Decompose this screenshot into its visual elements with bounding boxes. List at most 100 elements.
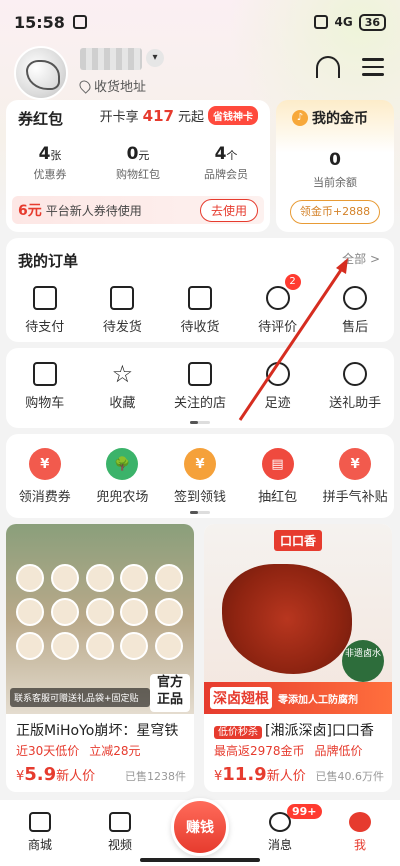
video-icon [109,812,131,832]
product-tag: 最高返2978金币 [214,744,305,758]
order-pending-review[interactable]: 2 待评价 [243,274,313,335]
address-label: 收货地址 [94,80,147,95]
bottom-tab-bar: 商城 视频 赚钱 99+ 消息 我 [0,798,400,866]
tab-label: 我 [353,838,366,852]
shortcut-gift-assistant[interactable]: 送礼助手 [320,362,390,411]
official-badge: 官方 正品 [150,674,190,712]
coin-value: 0 [329,150,341,170]
tab-label: 消息 [267,838,292,852]
earn-button[interactable]: 赚钱 [171,798,229,856]
activity-red-packet[interactable]: ▤ 抽红包 [243,448,313,505]
coupon-title: 券红包 [18,110,64,128]
network-label: 4G [334,15,353,29]
shortcut-cart[interactable]: 购物车 [10,362,80,411]
product-image[interactable]: 口口香 非遗卤水 深卤翅根 零添加人工防腐剂 [204,524,392,714]
newbie-coupon-bar: 6元 平台新人券待使用 去使用 [12,196,264,224]
product-tag: 品牌低价 [314,744,363,758]
figure-grid [16,564,184,660]
brand-logo: 口口香 [274,530,323,551]
stat-redpacket[interactable]: 0元 购物红包 [98,144,178,182]
coupon-promo[interactable]: 开卡享 417 元起 省钱神卡 [100,106,258,125]
shortcut-label: 关注的店 [173,396,226,411]
product-card-wings[interactable]: 口口香 非遗卤水 深卤翅根 零添加人工防腐剂 低价秒杀 [湘派深卤]口口香 最高返… [204,524,392,792]
promo-tag[interactable]: 省钱神卡 [208,106,258,125]
promo-amount: 417 [142,106,174,125]
truck-icon [187,286,212,310]
order-pending-shipment[interactable]: 待发货 [87,286,157,335]
product-sold: 已售1238件 [125,770,186,783]
shortcut-label: 购物车 [25,396,65,411]
chat-bubble-icon [265,286,290,310]
flash-sale-flag: 低价秒杀 [214,726,262,739]
order-status-row: 待支付 待发货 待收货 2 待评价 售后 [6,274,394,335]
tab-me[interactable]: 我 [325,812,395,853]
orders-all-link[interactable]: 全部 > [342,250,380,267]
address-link[interactable]: 收货地址 [77,76,147,95]
order-label: 售后 [342,320,369,335]
product-price: ¥11.9新人价 [214,764,306,785]
coupon-card[interactable]: 券红包 开卡享 417 元起 省钱神卡 4张 优惠券 0元 购物红包 4个 品牌会员… [6,100,270,232]
product-banner: 深卤翅根 零添加人工防腐剂 [204,682,392,714]
customer-service-icon[interactable] [316,56,340,78]
stat-unit: 张 [50,149,62,162]
shortcut-footprints[interactable]: 足迹 [243,362,313,411]
battery-indicator: 36 [358,13,386,31]
wings-illustration [222,564,352,674]
avatar[interactable] [14,46,68,100]
checkin-icon: ¥ [183,448,216,480]
coin-icon: ♪ [292,110,308,126]
red-packet-icon: ▤ [261,448,294,480]
product-card-figures[interactable]: 联系客服可赠送礼品袋+固定贴 官方 正品 正版MiHoYo崩坏：星穹铁 近30天… [6,524,194,792]
order-label: 待支付 [25,320,65,335]
notification-icon [72,15,87,29]
product-tag: 近30天低价 [16,744,80,758]
status-time: 15:58 [14,12,65,32]
activities-card: ¥ 领消费券 🌳 兜兜农场 ¥ 签到领钱 ▤ 抽红包 ¥ 拼手气补贴 [6,434,394,518]
order-pending-payment[interactable]: 待支付 [10,286,80,335]
tab-messages[interactable]: 99+ 消息 [245,804,322,853]
refund-icon [343,286,368,310]
product-price: ¥5.9新人价 [16,764,95,785]
product-sold: 已售40.6万件 [315,770,385,783]
product-tags: 最高返2978金币 品牌低价 [214,742,363,759]
activity-checkin[interactable]: ¥ 签到领钱 [165,448,235,505]
activity-label: 签到领钱 [173,490,226,505]
tab-home[interactable]: 商城 [5,812,75,853]
shortcuts-row: 购物车 ☆ 收藏 关注的店 足迹 送礼助手 [6,362,394,411]
promo-prefix: 开卡享 [99,110,139,125]
chevron-down-icon[interactable]: ▾ [146,49,164,67]
newbie-text: 平台新人券待使用 [45,203,142,218]
product-title: 低价秒杀 [湘派深卤]口口香 [214,720,386,740]
order-after-sales[interactable]: 售后 [320,286,390,335]
shortcut-favorites[interactable]: ☆ 收藏 [87,362,157,411]
product-image[interactable]: 联系客服可赠送礼品袋+固定贴 官方 正品 [6,524,194,714]
stat-value: 4 [214,144,227,164]
tree-icon: 🌳 [106,448,139,480]
order-pending-receipt[interactable]: 待收货 [165,286,235,335]
price-value: 11.9 [222,764,267,785]
coin-card[interactable]: ♪ 我的金币 0 当前余额 领金币+2888 [276,100,394,232]
tab-earn[interactable]: 赚钱 [165,798,235,856]
get-coins-button[interactable]: 领金币+2888 [290,200,380,224]
username-blurred[interactable] [80,48,142,70]
activity-lucky-subsidy[interactable]: ¥ 拼手气补贴 [320,448,390,505]
promo-suffix: 元起 [177,110,204,125]
activities-pager [190,511,210,514]
shortcuts-pager [190,421,210,424]
stat-coupons[interactable]: 4张 优惠券 [10,144,90,182]
profile-header: ▾ 收货地址 [0,44,400,100]
stat-brand-member[interactable]: 4个 品牌会员 [186,144,266,182]
home-icon [29,812,51,832]
tab-video[interactable]: 视频 [85,812,155,853]
footprint-icon [265,362,290,386]
home-indicator [140,858,260,862]
banner-big: 深卤翅根 [210,687,272,709]
star-icon: ☆ [111,360,134,388]
activity-consumer-coupon[interactable]: ¥ 领消费券 [10,448,80,505]
use-coupon-button[interactable]: 去使用 [199,198,258,222]
shortcut-label: 收藏 [109,396,136,411]
shortcut-followed-stores[interactable]: 关注的店 [165,362,235,411]
activity-farm[interactable]: 🌳 兜兜农场 [87,448,157,505]
menu-icon[interactable] [362,58,384,76]
coin-label: 当前余额 [313,176,357,189]
